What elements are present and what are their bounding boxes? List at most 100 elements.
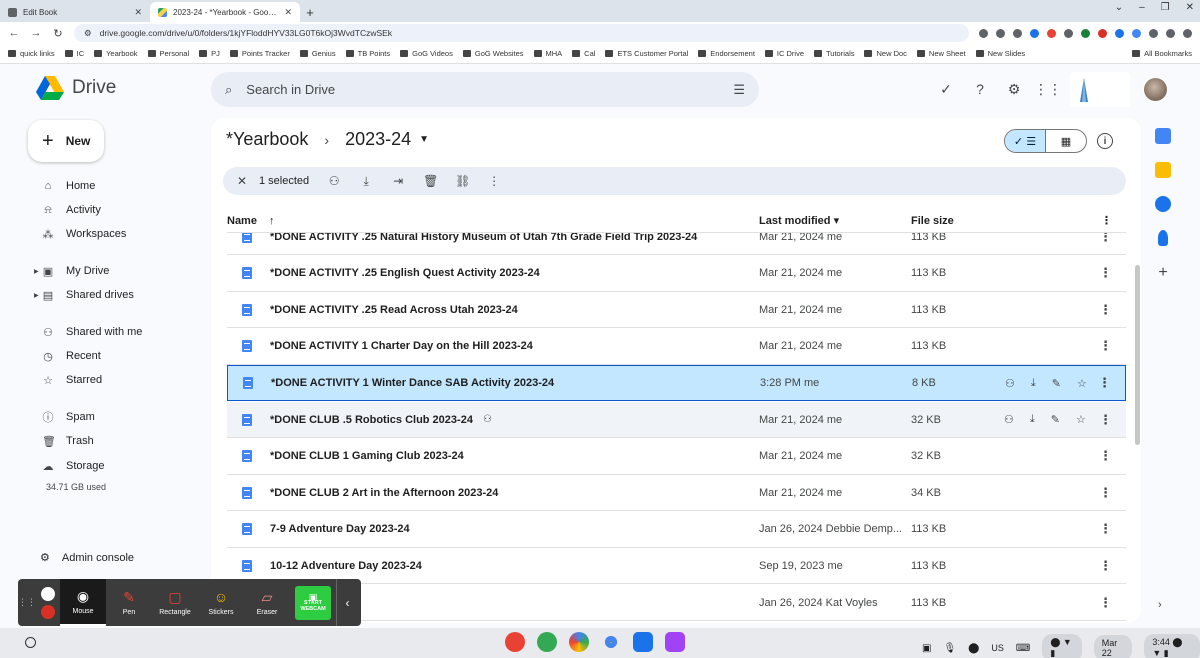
table-row[interactable]: *DONE ACTIVITY 1 Winter Dance SAB Activi… [227, 365, 1126, 402]
share-person-icon[interactable]: ⚇ [1004, 413, 1014, 426]
reload-icon[interactable]: ↻ [52, 27, 64, 40]
recorder-tool-rectangle[interactable]: ▢ Rectangle [152, 579, 198, 626]
site-info-icon[interactable]: ⚙ [84, 28, 92, 39]
recorder-tool-eraser[interactable]: ▱ Eraser [244, 579, 290, 626]
scrollbar[interactable] [1135, 265, 1140, 445]
search-bar[interactable]: ⌕ Search in Drive ☰ [211, 72, 759, 107]
breadcrumb-parent[interactable]: *Yearbook [226, 129, 308, 150]
tasks-icon[interactable] [1155, 196, 1171, 212]
account-avatar[interactable] [1143, 77, 1168, 102]
row-more-actions-icon[interactable]: ⋮ [1099, 412, 1112, 428]
back-icon[interactable]: ← [8, 27, 20, 39]
bookmark-item[interactable]: PJ [199, 49, 220, 58]
bookmark-item[interactable]: MHA [533, 49, 562, 58]
row-more-actions-icon[interactable]: ⋮ [1099, 558, 1112, 574]
rename-pencil-icon[interactable]: ✎ [1052, 377, 1061, 390]
grid-view-icon[interactable]: ▦ [1046, 130, 1086, 152]
extension-icon[interactable] [1132, 28, 1141, 38]
row-more-actions-icon[interactable]: ⋮ [1099, 448, 1112, 464]
sidebar-item-home[interactable]: ⌂ Home [28, 174, 208, 198]
bookmark-item[interactable]: New Slides [975, 49, 1025, 58]
status-area[interactable]: ⬤ ▼ ▮ [1042, 634, 1082, 658]
table-row[interactable]: 10-12 Adventure Day 2023-24 Sep 19, 2023 … [227, 548, 1126, 585]
table-row[interactable]: *DONE ACTIVITY .25 Read Across Utah 2023… [227, 292, 1126, 329]
recorder-tool-stickers[interactable]: ☺ Stickers [198, 579, 244, 626]
extension-icon[interactable] [1064, 28, 1073, 38]
apps-grid-icon[interactable]: ⋮⋮ [1034, 79, 1062, 99]
sidebar-item-my-drive[interactable]: ▶ ▣ My Drive [28, 259, 208, 283]
column-file-size[interactable]: File size [911, 215, 1061, 227]
download-icon[interactable]: ⤓ [359, 174, 373, 189]
sidebar-item-trash[interactable]: 🗑 Trash [28, 429, 208, 453]
restore-icon[interactable]: ❐ [1161, 2, 1170, 13]
share-person-icon[interactable]: ⚇ [1005, 377, 1015, 390]
sidebar-item-shared-with-me[interactable]: ⚇ Shared with me [28, 320, 208, 344]
chrome-icon[interactable] [601, 632, 621, 652]
table-row[interactable]: *DONE CLUB 1 Gaming Club 2023-24 Mar 21, … [227, 439, 1126, 475]
details-info-icon[interactable]: i [1097, 133, 1113, 149]
record-icon[interactable]: ⬤ [968, 643, 979, 654]
search-input[interactable]: Search in Drive [246, 82, 335, 97]
search-icon[interactable]: ⌕ [225, 82, 232, 98]
bookmark-item[interactable]: TB Points [345, 49, 390, 58]
expand-caret-icon[interactable]: ▶ [34, 268, 39, 275]
bookmark-item[interactable]: quick links [8, 49, 55, 58]
table-row[interactable]: *DONE ACTIVITY 1 Charter Day on the Hill… [227, 329, 1126, 365]
admin-console-link[interactable]: ⚙ Admin console [40, 551, 134, 565]
bookmark-item[interactable]: Endorsement [698, 49, 755, 58]
files-icon[interactable] [633, 632, 653, 652]
sidebar-item-shared-drives[interactable]: ▶ ▤ Shared drives [28, 283, 208, 307]
row-more-actions-icon[interactable]: ⋮ [1099, 521, 1112, 537]
show-side-panel-icon[interactable]: › [1158, 599, 1162, 611]
sort-arrow-up-icon[interactable]: ↑ [269, 215, 275, 227]
trash-icon[interactable]: 🗑 [423, 174, 438, 188]
address-bar[interactable]: ⚙ drive.google.com/drive/u/0/folders/1kj… [74, 24, 969, 42]
row-more-actions-icon[interactable]: ⋮ [1098, 375, 1111, 391]
sidebar-item-storage[interactable]: ☁ Storage [28, 454, 208, 478]
close-window-icon[interactable]: ✕ [1186, 2, 1194, 13]
table-row[interactable]: *DONE CLUB .5 Robotics Club 2023-24 ⚇ Mar … [227, 402, 1126, 438]
puzzle-icon[interactable] [1149, 28, 1158, 38]
sidebar-item-spam[interactable]: ⓘ Spam [28, 405, 208, 429]
forward-icon[interactable]: → [30, 27, 42, 39]
download-icon[interactable]: ⤓ [1030, 413, 1035, 426]
bookmark-item[interactable]: Cal [572, 49, 595, 58]
row-more-actions-icon[interactable]: ⋮ [1099, 233, 1112, 245]
close-tab-icon[interactable]: ✕ [134, 7, 142, 18]
keep-icon[interactable] [1155, 162, 1171, 178]
table-row[interactable]: *DONE ACTIVITY .25 Natural History Museu… [227, 233, 1126, 255]
share-icon[interactable] [996, 28, 1005, 38]
new-tab-icon[interactable]: + [300, 2, 320, 22]
stop-recording-button[interactable] [41, 604, 55, 619]
extension-icon[interactable] [1047, 28, 1056, 38]
table-row[interactable]: *DONE CLUB 2 Art in the Afternoon 2023-2… [227, 475, 1126, 512]
share-person-icon[interactable]: ⚇ [327, 174, 341, 188]
install-icon[interactable] [979, 28, 988, 38]
list-view-icon[interactable]: ✓ ☰ [1005, 130, 1046, 152]
column-options-icon[interactable]: ⋮ [1101, 214, 1126, 227]
column-last-modified[interactable]: Last modified [759, 215, 831, 227]
more-actions-icon[interactable]: ⋮ [487, 174, 501, 188]
new-button[interactable]: + New [28, 120, 104, 162]
row-more-actions-icon[interactable]: ⋮ [1099, 338, 1112, 354]
close-tab-icon[interactable]: ✕ [284, 7, 292, 18]
offline-check-icon[interactable]: ✓ [936, 79, 956, 99]
bookmark-item[interactable]: Yearbook [94, 49, 138, 58]
tab-edit-book[interactable]: Edit Book ✕ [0, 2, 150, 22]
settings-gear-icon[interactable]: ⚙ [1004, 79, 1024, 99]
table-row[interactable]: Carnival 2023-24Jan 26, 2024 Kat Voyles1… [227, 585, 1126, 621]
bookmark-item[interactable]: GoG Websites [462, 49, 524, 58]
extension-icon[interactable] [1081, 28, 1090, 38]
caret-down-icon[interactable]: ▾ [834, 215, 840, 227]
all-bookmarks[interactable]: All Bookmarks [1132, 49, 1192, 58]
table-row[interactable]: *DONE ACTIVITY .25 English Quest Activit… [227, 256, 1126, 292]
extension-icon[interactable] [1098, 28, 1107, 38]
play-store-icon[interactable] [569, 632, 589, 652]
table-row[interactable]: 7-9 Adventure Day 2023-24 Jan 26, 2024 De… [227, 512, 1126, 548]
row-more-actions-icon[interactable]: ⋮ [1099, 265, 1112, 281]
extension-icon[interactable] [1115, 28, 1124, 38]
bookmark-item[interactable]: New Doc [864, 49, 907, 58]
clock-display[interactable]: 3:44 ⬤ ▼ ▮ [1144, 634, 1200, 658]
drag-handle-icon[interactable]: ⋮⋮ [18, 579, 36, 626]
classroom-icon[interactable] [537, 632, 557, 652]
